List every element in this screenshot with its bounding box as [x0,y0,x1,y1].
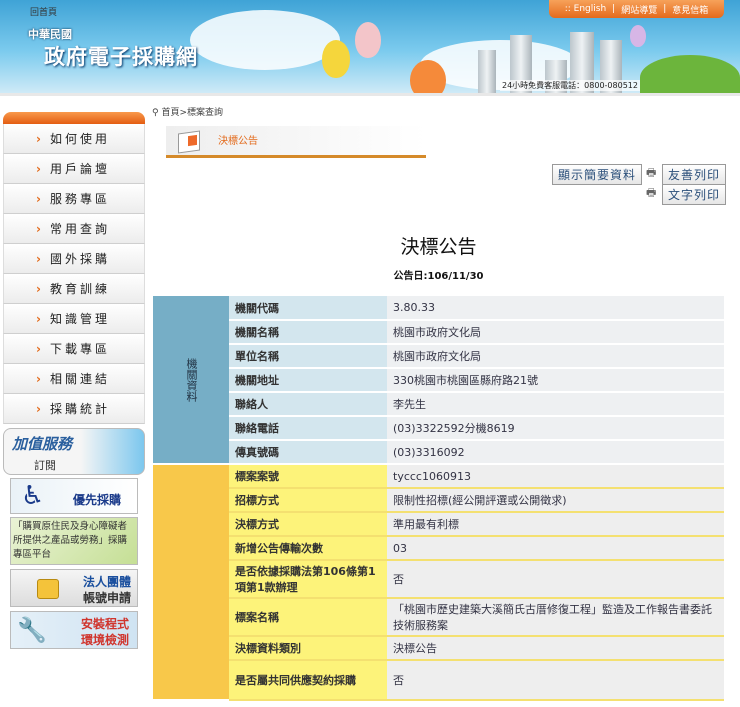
field-label: 標案名稱 [229,598,387,637]
field-label: 機關代碼 [229,296,387,321]
field-value: 3.80.33 [387,296,724,321]
field-value: (03)3316092 [387,440,724,465]
wrench-icon: 🔧 [17,616,47,644]
banner-text: 法人團體 [83,575,132,589]
show-summary-button[interactable]: 顯示簡要資料 [552,164,643,185]
field-label: 機關地址 [229,368,387,393]
wheelchair-icon: ♿ [21,481,45,511]
publish-date: 公告日:106/11/30 [393,271,484,282]
table-row: 機關地址 330桃園市桃園區縣府路21號 [153,368,724,393]
field-label: 決標方式 [229,512,387,537]
field-value: (03)3322592分機8619 [387,416,724,441]
table-row: 決標資料類別 決標公告 [153,636,724,661]
table-row: 單位名稱 桃園市政府文化局 [153,344,724,369]
friendly-print-button[interactable]: 友善列印 [662,164,727,185]
banner-text: 加值服務 [12,435,73,453]
field-label: 招標方式 [229,488,387,513]
menu-item-download[interactable]: 下載專區 [3,334,145,364]
field-label: 聯絡電話 [229,416,387,441]
breadcrumb: ⚲ 首頁>標案查詢 [152,105,223,118]
document-icon [178,130,200,154]
field-value: 否 [387,560,724,599]
field-label: 新增公告傳輸次數 [229,536,387,561]
field-label: 標案案號 [229,464,387,489]
table-row: 機關名稱 桃園市政府文化局 [153,320,724,345]
menu-item-common-query[interactable]: 常用查詢 [3,214,145,244]
award-group-label [153,464,229,701]
site-header: 回首頁 中華民國 政府電子採購網 :: English | 網站導覽 | 意見信箱 … [0,0,740,96]
feedback-link[interactable]: 意見信箱 [672,3,708,16]
banner-text: 「購買原住民及身心障礙者所提供之產品或勞務」採購專區平台 [13,521,128,560]
award-announcement-table: 機關資料 機關代碼 3.80.33 機關名稱 桃園市政府文化局 單位名稱 桃園市政府文化… [153,296,724,701]
install-check-banner[interactable]: 🔧 安裝程式 環境檢測 [10,611,138,649]
legal-entity-account-banner[interactable]: 法人團體 帳號申請 [10,569,138,607]
banner-text: 安裝程式 [81,617,130,631]
section-title: 決標公告 [218,136,258,147]
lock-icon [37,579,59,599]
field-label: 機關名稱 [229,320,387,345]
field-value: 桃園市政府文化局 [387,344,724,369]
menu-item-services[interactable]: 服務專區 [3,184,145,214]
banner-text: 帳號申請 [83,591,132,605]
country-label: 中華民國 [28,28,72,41]
page-heading: 決標公告 [400,236,477,258]
table-row: 聯絡電話 (03)3322592分機8619 [153,416,724,441]
table-row: 是否屬共同供應契約採購否 [153,660,724,701]
field-value: 否 [387,660,724,701]
agency-group-label: 機關資料 [153,296,229,465]
menu-item-training[interactable]: 教育訓練 [3,274,145,304]
menu-item-knowledge[interactable]: 知識管理 [3,304,145,334]
value-added-service-banner[interactable]: 加值服務 訂閱 [3,428,145,475]
table-row: 招標方式 限制性招標(經公開評選或公開徵求) [153,488,724,513]
breadcrumb-text[interactable]: 首頁>標案查詢 [161,108,223,118]
text-print-button[interactable]: 文字列印 [662,184,727,205]
table-row: 決標方式 準用最有利標 [153,512,724,537]
table-row: 是否依據採購法第106條第1項第1款辦理否 [153,560,724,599]
menu-item-how-to-use[interactable]: 如何使用 [3,124,145,154]
field-value: tyccc1060913 [387,464,724,489]
field-label: 聯絡人 [229,392,387,417]
priority-procurement-banner[interactable]: ♿ 優先採購 [10,478,138,514]
menu-item-forum[interactable]: 用戶論壇 [3,154,145,184]
menu-item-statistics[interactable]: 採購統計 [3,394,145,424]
field-label: 是否屬共同供應契約採購 [229,660,387,701]
english-link[interactable]: :: English [565,4,606,14]
banner-text: 訂閱 [34,459,56,472]
field-value: 決標公告 [387,636,724,661]
field-value: 「桃園市歷史建築大溪簡氏古厝修復工程」監造及工作報告書委託技術服務案 [387,598,724,637]
menu-item-links[interactable]: 相關連結 [3,364,145,394]
table-row: 標案案號 tyccc1060913 [153,464,724,701]
sidebar-top-bar [3,112,145,124]
table-row: 機關資料 機關代碼 3.80.33 [153,296,724,465]
field-value: 330桃園市桃園區縣府路21號 [387,368,724,393]
banner-text: 優先採購 [73,493,122,507]
field-label: 傳真號碼 [229,440,387,465]
table-row: 標案名稱 「桃園市歷史建築大溪簡氏古厝修復工程」監造及工作報告書委託技術服務案 [153,598,724,637]
home-link[interactable]: 回首頁 [30,5,57,18]
field-label: 決標資料類別 [229,636,387,661]
banner-text: 環境檢測 [81,633,130,647]
table-row: 傳真號碼 (03)3316092 [153,440,724,465]
site-logo-title[interactable]: 政府電子採購網 [44,41,198,71]
field-value: 03 [387,536,724,561]
balloon-decoration [322,40,350,78]
field-value: 桃園市政府文化局 [387,320,724,345]
top-links: :: English | 網站導覽 | 意見信箱 [549,0,724,18]
sidebar: 如何使用 用戶論壇 服務專區 常用查詢 國外採購 教育訓練 知識管理 下載專區 … [3,112,145,424]
table-row: 新增公告傳輸次數 03 [153,536,724,561]
table-row: 聯絡人 李先生 [153,392,724,417]
field-value: 李先生 [387,392,724,417]
indigenous-procurement-banner[interactable]: 「購買原住民及身心障礙者所提供之產品或勞務」採購專區平台 [10,517,138,565]
section-header: 決標公告 [166,126,426,158]
field-value: 準用最有利標 [387,512,724,537]
sitemap-link[interactable]: 網站導覽 [621,3,657,16]
field-value: 限制性招標(經公開評選或公開徵求) [387,488,724,513]
hotline: 24小時免費客服電話：0800-080512 [500,80,640,91]
printer-icon: 🖶 [646,166,657,179]
field-label: 單位名稱 [229,344,387,369]
printer-icon: 🖶 [646,186,657,199]
menu-item-foreign-procurement[interactable]: 國外採購 [3,244,145,274]
field-label: 是否依據採購法第106條第1項第1款辦理 [229,560,387,599]
